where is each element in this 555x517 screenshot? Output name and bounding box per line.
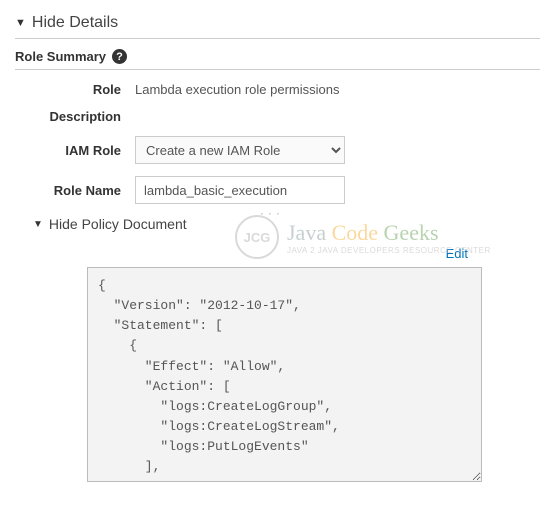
role-summary-label: Role Summary — [15, 49, 106, 64]
policy-document-toggle[interactable]: ▼ Hide Policy Document — [33, 216, 540, 232]
iam-role-label: IAM Role — [15, 143, 135, 158]
policy-toggle-label: Hide Policy Document — [49, 216, 187, 232]
role-name-label: Role Name — [15, 183, 135, 198]
caret-down-icon: ▼ — [15, 17, 26, 29]
role-value: Lambda execution role permissions — [135, 82, 340, 97]
hide-details-toggle[interactable]: ▼ Hide Details — [15, 10, 540, 39]
help-icon[interactable]: ? — [112, 49, 127, 64]
edit-policy-link[interactable]: Edit — [446, 246, 468, 261]
hide-details-label: Hide Details — [32, 14, 118, 32]
policy-document-textarea[interactable]: { "Version": "2012-10-17", "Statement": … — [87, 267, 482, 482]
caret-down-icon: ▼ — [33, 219, 43, 230]
role-name-input[interactable] — [135, 176, 345, 204]
description-label: Description — [15, 109, 135, 124]
role-label: Role — [15, 82, 135, 97]
role-summary-heading: Role Summary ? — [15, 49, 540, 70]
iam-role-select[interactable]: Create a new IAM Role — [135, 136, 345, 164]
